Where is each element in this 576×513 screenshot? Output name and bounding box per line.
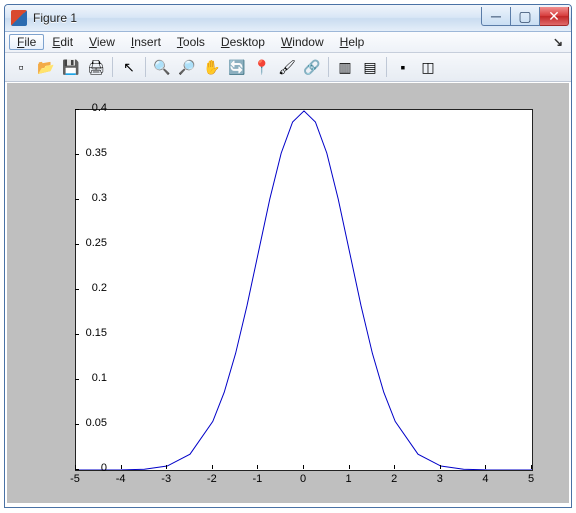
x-tick-label: 4 [475, 473, 495, 485]
menu-help[interactable]: Help [332, 34, 373, 50]
window-title: Figure 1 [33, 11, 481, 25]
x-tick-label: -2 [202, 473, 222, 485]
menu-window[interactable]: Window [273, 34, 332, 50]
line-plot [76, 110, 532, 470]
menu-desktop[interactable]: Desktop [213, 34, 273, 50]
figure-window: Figure 1 ─ ▢ ✕ File Edit View Insert Too… [4, 4, 572, 508]
edit-plot-button[interactable]: ↖ [117, 55, 141, 79]
dock-anchor-icon[interactable]: ↘ [553, 35, 563, 49]
menu-view[interactable]: View [81, 34, 123, 50]
rotate-3d-button[interactable]: 🔄 [225, 55, 249, 79]
pointer-icon: ↖ [123, 60, 135, 74]
menu-file-label: ile [24, 35, 36, 49]
y-tick-label: 0.1 [47, 372, 107, 384]
menu-insert[interactable]: Insert [123, 34, 169, 50]
minimize-button[interactable]: ─ [481, 7, 511, 26]
menu-bar: File Edit View Insert Tools Desktop Wind… [5, 32, 571, 53]
axes-canvas[interactable]: http://blog.csdn.net/iverain 00.050.10.1… [7, 83, 569, 503]
save-button[interactable]: 💾 [59, 55, 83, 79]
y-tick-label: 0.25 [47, 237, 107, 249]
print-button[interactable]: 🖨 [84, 55, 108, 79]
print-icon: 🖨 [87, 60, 105, 74]
x-tick-label: 0 [293, 473, 313, 485]
y-tick-label: 0.4 [47, 102, 107, 114]
data-cursor-button[interactable]: 📍 [250, 55, 274, 79]
hide-icon: ▪ [401, 60, 406, 74]
legend-icon: ▤ [363, 60, 376, 74]
insert-colorbar-button[interactable]: ▥ [333, 55, 357, 79]
zoom-in-icon: 🔍 [153, 60, 170, 74]
zoom-out-icon: 🔎 [178, 60, 195, 74]
rotate-icon: 🔄 [228, 60, 245, 74]
title-bar[interactable]: Figure 1 ─ ▢ ✕ [5, 5, 571, 32]
y-tick-label: 0.2 [47, 282, 107, 294]
dock-figure-button[interactable]: ◫ [416, 55, 440, 79]
axes[interactable] [75, 109, 533, 471]
open-button[interactable]: 📂 [34, 55, 58, 79]
x-tick-label: -5 [65, 473, 85, 485]
x-tick-label: 5 [521, 473, 541, 485]
folder-open-icon: 📂 [37, 60, 54, 74]
pan-button[interactable]: ✋ [200, 55, 224, 79]
close-button[interactable]: ✕ [540, 7, 569, 26]
y-tick-label: 0.05 [47, 417, 107, 429]
new-icon: ▫ [19, 60, 24, 74]
matlab-icon [11, 10, 27, 26]
hide-tools-button[interactable]: ▪ [391, 55, 415, 79]
insert-legend-button[interactable]: ▤ [358, 55, 382, 79]
maximize-button[interactable]: ▢ [511, 7, 540, 26]
colorbar-icon: ▥ [338, 60, 351, 74]
data-cursor-icon: 📍 [253, 60, 270, 74]
link-plot-button[interactable]: 🔗 [300, 55, 324, 79]
brush-icon: 🖌 [278, 60, 296, 74]
zoom-out-button[interactable]: 🔎 [175, 55, 199, 79]
x-tick-label: -4 [111, 473, 131, 485]
zoom-in-button[interactable]: 🔍 [150, 55, 174, 79]
figure-toolbar: ▫ 📂 💾 🖨 ↖ 🔍 🔎 ✋ 🔄 📍 🖌 🔗 ▥ ▤ ▪ ◫ [5, 53, 571, 82]
y-tick-label: 0.35 [47, 147, 107, 159]
menu-file[interactable]: File [9, 34, 44, 50]
menu-edit[interactable]: Edit [44, 34, 81, 50]
x-tick-label: 3 [430, 473, 450, 485]
y-tick-label: 0.3 [47, 192, 107, 204]
x-tick-label: 1 [339, 473, 359, 485]
brush-button[interactable]: 🖌 [275, 55, 299, 79]
pan-icon: ✋ [203, 60, 220, 74]
y-tick-label: 0.15 [47, 327, 107, 339]
new-figure-button[interactable]: ▫ [9, 55, 33, 79]
save-icon: 💾 [62, 60, 79, 74]
x-tick-label: 2 [384, 473, 404, 485]
x-tick-label: -1 [247, 473, 267, 485]
x-tick-label: -3 [156, 473, 176, 485]
link-icon: 🔗 [303, 60, 320, 74]
dock-icon: ◫ [421, 60, 434, 74]
menu-tools[interactable]: Tools [169, 34, 213, 50]
